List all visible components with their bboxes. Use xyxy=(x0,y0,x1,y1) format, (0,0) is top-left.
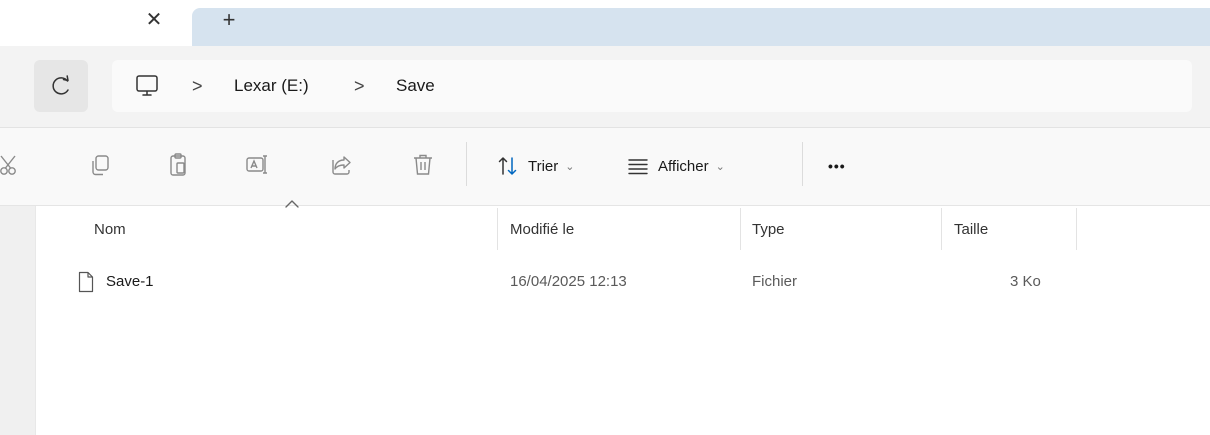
column-header-name[interactable]: Nom xyxy=(94,220,126,240)
file-icon xyxy=(78,271,94,293)
breadcrumb-separator: > xyxy=(192,76,203,96)
file-modified: 16/04/2025 12:13 xyxy=(510,273,627,290)
breadcrumb-drive[interactable]: Lexar (E:) xyxy=(234,76,309,96)
column-divider[interactable] xyxy=(740,208,741,250)
tab-strip: ✕ + xyxy=(0,0,1210,46)
breadcrumb-folder[interactable]: Save xyxy=(396,76,435,96)
refresh-button[interactable] xyxy=(34,60,88,112)
view-label: Afficher xyxy=(658,157,709,175)
chevron-down-icon: ⌄ xyxy=(715,160,725,173)
toolbar-separator xyxy=(466,142,467,186)
column-divider[interactable] xyxy=(941,208,942,250)
file-size: 3 Ko xyxy=(1010,273,1041,290)
view-button[interactable]: Afficher ⌄ xyxy=(626,152,725,180)
more-icon: ••• xyxy=(828,158,846,174)
chevron-down-icon: ⌄ xyxy=(565,160,575,173)
active-tab[interactable]: ✕ xyxy=(0,0,192,46)
column-header-size[interactable]: Taille xyxy=(954,220,988,240)
close-tab-icon[interactable]: ✕ xyxy=(142,6,166,34)
new-tab-button[interactable]: + xyxy=(216,6,242,34)
breadcrumb-separator: > xyxy=(354,76,365,96)
sort-ascending-icon xyxy=(285,200,299,208)
cut-icon[interactable] xyxy=(0,150,26,180)
rename-icon[interactable] xyxy=(242,150,272,180)
tab-strip-background xyxy=(192,8,1210,46)
sort-label: Trier xyxy=(528,157,559,175)
sort-button[interactable]: Trier ⌄ xyxy=(496,152,575,180)
delete-icon[interactable] xyxy=(408,150,438,180)
view-icon xyxy=(628,159,648,175)
paste-icon[interactable] xyxy=(164,150,194,180)
address-row: > Lexar (E:) > Save xyxy=(0,46,1210,128)
command-bar: Trier ⌄ Afficher ⌄ ••• xyxy=(0,128,1210,206)
more-options-button[interactable]: ••• xyxy=(828,152,846,180)
column-header-type[interactable]: Type xyxy=(752,220,785,240)
file-type: Fichier xyxy=(752,273,798,290)
column-divider[interactable] xyxy=(1076,208,1077,250)
share-icon[interactable] xyxy=(326,150,356,180)
computer-icon xyxy=(136,75,158,96)
address-bar[interactable]: > Lexar (E:) > Save xyxy=(112,60,1192,112)
file-row[interactable]: Save-1 16/04/2025 12:13 Fichier 3 Ko xyxy=(60,266,1200,300)
navigation-pane[interactable] xyxy=(0,206,36,435)
sort-icon xyxy=(498,157,517,175)
copy-icon[interactable] xyxy=(86,150,116,180)
file-name[interactable]: Save-1 xyxy=(106,272,154,292)
toolbar-separator xyxy=(802,142,803,186)
refresh-icon xyxy=(52,75,69,95)
column-divider[interactable] xyxy=(497,208,498,250)
column-header-modified[interactable]: Modifié le xyxy=(510,220,574,240)
